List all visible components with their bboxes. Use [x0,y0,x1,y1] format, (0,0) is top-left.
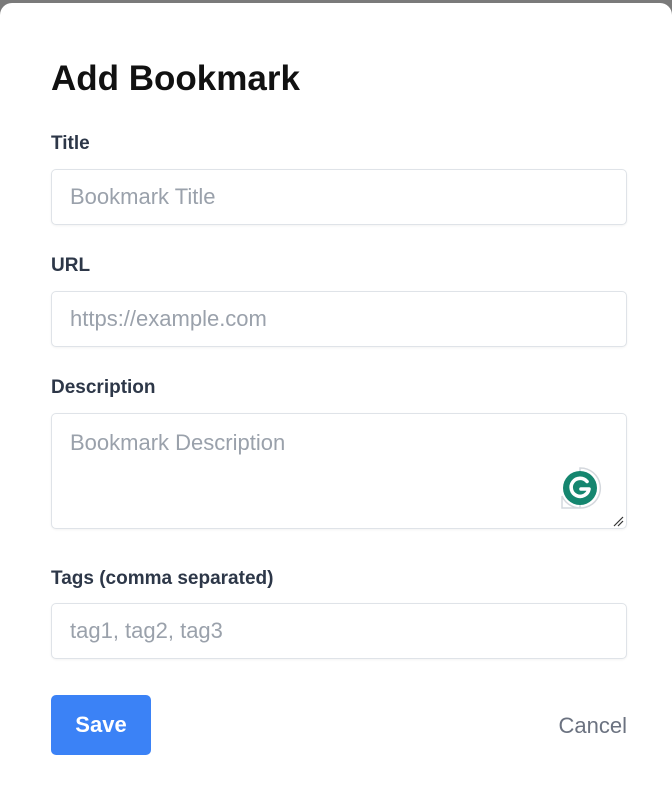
url-label: URL [51,255,91,276]
save-button[interactable]: Save [51,695,151,755]
grammarly-icon[interactable] [558,466,602,510]
description-label: Description [51,377,156,398]
resize-handle-icon[interactable] [612,514,624,527]
dialog-title: Add Bookmark [51,59,300,98]
url-input[interactable] [51,291,627,347]
title-input[interactable] [51,169,627,225]
description-textarea[interactable] [51,413,627,529]
add-bookmark-dialog: Add Bookmark Title URL Description Tags … [0,3,672,798]
title-label: Title [51,133,90,154]
tags-label: Tags (comma separated) [51,568,274,589]
tags-input[interactable] [51,603,627,659]
cancel-button[interactable]: Cancel [559,709,627,743]
